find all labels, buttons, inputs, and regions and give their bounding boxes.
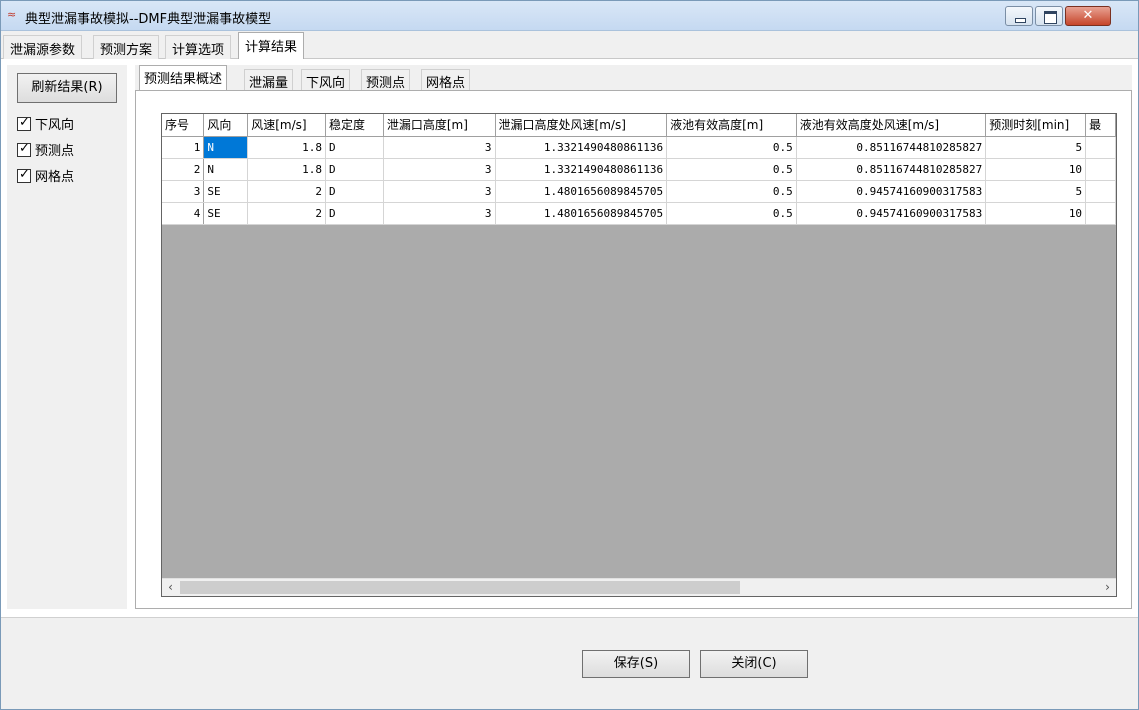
minimize-button[interactable] xyxy=(1005,6,1033,26)
cell-leak-height[interactable]: 3 xyxy=(383,136,496,159)
checkbox-checked-icon xyxy=(17,141,31,157)
refresh-results-button[interactable]: 刷新结果(R) xyxy=(17,73,117,103)
bottom-button-bar: 保存(S) 关闭(C) xyxy=(1,617,1138,709)
save-button[interactable]: 保存(S) xyxy=(582,650,690,678)
cell-truncated[interactable] xyxy=(1085,158,1116,181)
table-header-row: 序号 风向 风速[m/s] 稳定度 泄漏口高度[m] 泄漏口高度处风速[m/s]… xyxy=(162,114,1116,137)
checkbox-prediction-points[interactable]: 预测点 xyxy=(17,141,75,163)
cell-leak-height-wind[interactable]: 1.4801656089845705 xyxy=(495,202,668,225)
cell-leak-height[interactable]: 3 xyxy=(383,202,496,225)
title-bar: ≈ 典型泄漏事故模拟--DMF典型泄漏事故模型 xyxy=(1,1,1138,31)
row-number: 2 xyxy=(162,158,205,181)
column-header[interactable]: 液池有效高度处风速[m/s] xyxy=(796,114,987,137)
horizontal-scrollbar[interactable]: ‹ › xyxy=(162,578,1116,596)
window-title: 典型泄漏事故模拟--DMF典型泄漏事故模型 xyxy=(25,12,272,27)
checkbox-checked-icon xyxy=(17,115,31,131)
cell-wind-speed[interactable]: 2 xyxy=(247,180,327,203)
column-header[interactable]: 风向 xyxy=(203,114,249,137)
cell-wind-direction[interactable]: N xyxy=(203,136,249,159)
app-icon: ≈ xyxy=(7,8,17,21)
scroll-right-icon[interactable]: › xyxy=(1099,579,1116,596)
checkbox-grid-points[interactable]: 网格点 xyxy=(17,167,75,189)
cell-pool-height-wind[interactable]: 0.94574160900317583 xyxy=(796,202,987,225)
column-header[interactable]: 稳定度 xyxy=(325,114,384,137)
cell-leak-height-wind[interactable]: 1.3321490480861136 xyxy=(495,158,668,181)
column-header[interactable]: 预测时刻[min] xyxy=(985,114,1087,137)
summary-tab-body: 序号 风向 风速[m/s] 稳定度 泄漏口高度[m] 泄漏口高度处风速[m/s]… xyxy=(135,90,1132,609)
cell-pool-height-wind[interactable]: 0.85116744810285827 xyxy=(796,158,987,181)
cell-leak-height-wind[interactable]: 1.4801656089845705 xyxy=(495,180,668,203)
results-grid[interactable]: 序号 风向 风速[m/s] 稳定度 泄漏口高度[m] 泄漏口高度处风速[m/s]… xyxy=(161,113,1117,597)
scroll-left-icon[interactable]: ‹ xyxy=(162,579,179,596)
row-number: 4 xyxy=(162,202,205,225)
cell-wind-direction[interactable]: SE xyxy=(203,180,249,203)
cell-prediction-time[interactable]: 5 xyxy=(985,136,1087,159)
results-sub-area: 预测结果概述 泄漏量 下风向 预测点 网格点 序号 风向 风速[m/s] 稳定度 xyxy=(135,65,1132,609)
results-table: 序号 风向 风速[m/s] 稳定度 泄漏口高度[m] 泄漏口高度处风速[m/s]… xyxy=(162,114,1116,225)
checkbox-downwind[interactable]: 下风向 xyxy=(17,115,75,137)
column-header[interactable]: 泄漏口高度[m] xyxy=(383,114,496,137)
tab-prediction-points[interactable]: 预测点 xyxy=(361,69,411,91)
tab-leak-source[interactable]: 泄漏源参数 xyxy=(3,35,83,59)
close-window-button[interactable] xyxy=(1065,6,1111,26)
tab-prediction-plan[interactable]: 预测方案 xyxy=(93,35,160,59)
cell-pool-height[interactable]: 0.5 xyxy=(666,202,797,225)
checkbox-label: 网格点 xyxy=(35,170,75,185)
cell-prediction-time[interactable]: 10 xyxy=(985,158,1087,181)
cell-truncated[interactable] xyxy=(1085,202,1116,225)
cell-wind-speed[interactable]: 2 xyxy=(247,202,327,225)
row-number: 1 xyxy=(162,136,205,159)
cell-stability[interactable]: D xyxy=(325,158,384,181)
cell-wind-speed[interactable]: 1.8 xyxy=(247,136,327,159)
app-window: ≈ 典型泄漏事故模拟--DMF典型泄漏事故模型 泄漏源参数 预测方案 计算选项 … xyxy=(0,0,1139,710)
cell-prediction-time[interactable]: 10 xyxy=(985,202,1087,225)
tab-calc-options[interactable]: 计算选项 xyxy=(165,35,232,59)
sub-tab-bar: 预测结果概述 泄漏量 下风向 预测点 网格点 xyxy=(135,65,1132,91)
checkbox-label: 预测点 xyxy=(35,144,75,159)
table-row[interactable]: 2 N 1.8 D 3 1.3321490480861136 0.5 0.851… xyxy=(162,158,1116,181)
close-button[interactable]: 关闭(C) xyxy=(700,650,808,678)
tab-grid-points[interactable]: 网格点 xyxy=(421,69,471,91)
maximize-button[interactable] xyxy=(1035,6,1063,26)
cell-pool-height[interactable]: 0.5 xyxy=(666,158,797,181)
cell-truncated[interactable] xyxy=(1085,180,1116,203)
tab-calc-results[interactable]: 计算结果 xyxy=(238,32,305,60)
column-header[interactable]: 泄漏口高度处风速[m/s] xyxy=(495,114,668,137)
tab-downwind[interactable]: 下风向 xyxy=(301,69,351,91)
cell-leak-height[interactable]: 3 xyxy=(383,180,496,203)
tab-leak-amount[interactable]: 泄漏量 xyxy=(244,69,294,91)
cell-stability[interactable]: D xyxy=(325,180,384,203)
cell-pool-height[interactable]: 0.5 xyxy=(666,180,797,203)
table-row[interactable]: 4 SE 2 D 3 1.4801656089845705 0.5 0.9457… xyxy=(162,202,1116,225)
row-number: 3 xyxy=(162,180,205,203)
column-header[interactable]: 最 xyxy=(1085,114,1116,137)
table-row[interactable]: 3 SE 2 D 3 1.4801656089845705 0.5 0.9457… xyxy=(162,180,1116,203)
column-header[interactable]: 风速[m/s] xyxy=(247,114,327,137)
cell-pool-height-wind[interactable]: 0.94574160900317583 xyxy=(796,180,987,203)
results-panel: 刷新结果(R) 下风向 预测点 网格点 预测结果概述 泄漏量 下风向 预测点 网… xyxy=(1,59,1138,617)
cell-wind-direction[interactable]: SE xyxy=(203,202,249,225)
table-row[interactable]: 1 N 1.8 D 3 1.3321490480861136 0.5 0.851… xyxy=(162,136,1116,159)
checkbox-checked-icon xyxy=(17,167,31,183)
checkbox-label: 下风向 xyxy=(35,118,75,133)
tab-summary[interactable]: 预测结果概述 xyxy=(139,65,228,91)
cell-stability[interactable]: D xyxy=(325,202,384,225)
left-options-pane: 刷新结果(R) 下风向 预测点 网格点 xyxy=(7,65,127,609)
main-tab-bar: 泄漏源参数 预测方案 计算选项 计算结果 xyxy=(1,31,1138,60)
scrollbar-thumb[interactable] xyxy=(180,581,740,594)
cell-wind-direction[interactable]: N xyxy=(203,158,249,181)
column-header[interactable]: 液池有效高度[m] xyxy=(666,114,797,137)
cell-prediction-time[interactable]: 5 xyxy=(985,180,1087,203)
column-header[interactable]: 序号 xyxy=(162,114,205,137)
cell-wind-speed[interactable]: 1.8 xyxy=(247,158,327,181)
cell-pool-height-wind[interactable]: 0.85116744810285827 xyxy=(796,136,987,159)
cell-truncated[interactable] xyxy=(1085,136,1116,159)
cell-leak-height-wind[interactable]: 1.3321490480861136 xyxy=(495,136,668,159)
cell-pool-height[interactable]: 0.5 xyxy=(666,136,797,159)
cell-leak-height[interactable]: 3 xyxy=(383,158,496,181)
cell-stability[interactable]: D xyxy=(325,136,384,159)
